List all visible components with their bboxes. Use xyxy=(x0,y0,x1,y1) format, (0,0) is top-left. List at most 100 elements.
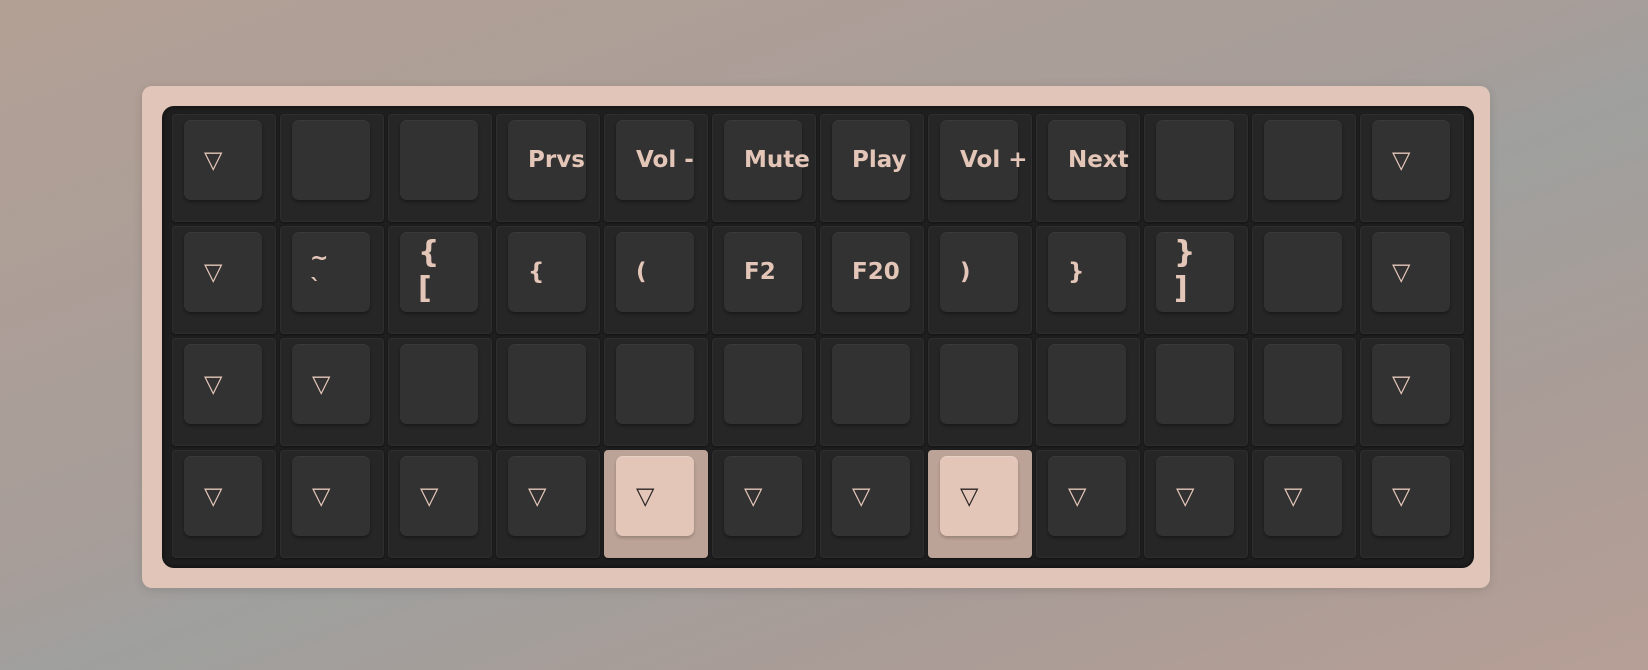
key-r3-c10[interactable] xyxy=(1144,338,1248,446)
transparent-icon: ▽ xyxy=(528,482,547,510)
key-r3-c7[interactable] xyxy=(820,338,924,446)
transparent-icon: ▽ xyxy=(1392,370,1411,398)
key-r1-c5[interactable]: Vol - xyxy=(604,114,708,222)
key-r1-c9[interactable]: Next xyxy=(1036,114,1140,222)
key-r4-c7[interactable]: ▽ xyxy=(820,450,924,558)
keycap xyxy=(400,344,478,424)
key-r4-c8[interactable]: ▽ xyxy=(928,450,1032,558)
key-r4-c9[interactable]: ▽ xyxy=(1036,450,1140,558)
keycap xyxy=(292,120,370,200)
keycap: ▽ xyxy=(184,232,262,312)
key-r2-c4[interactable]: { xyxy=(496,226,600,334)
keycap: ▽ xyxy=(1372,344,1450,424)
key-r3-c12[interactable]: ▽ xyxy=(1360,338,1464,446)
transparent-icon: ▽ xyxy=(636,482,655,510)
keycap: ▽ xyxy=(1372,456,1450,536)
keycap: ~ ` xyxy=(292,232,370,312)
key-r1-c6[interactable]: Mute xyxy=(712,114,816,222)
key-r1-c10[interactable] xyxy=(1144,114,1248,222)
key-r2-c12[interactable]: ▽ xyxy=(1360,226,1464,334)
transparent-icon: ▽ xyxy=(1068,482,1087,510)
keycap: ▽ xyxy=(508,456,586,536)
key-legend: Mute xyxy=(744,147,810,173)
key-r1-c7[interactable]: Play xyxy=(820,114,924,222)
transparent-icon: ▽ xyxy=(1176,482,1195,510)
key-r4-c11[interactable]: ▽ xyxy=(1252,450,1356,558)
keycap: ▽ xyxy=(1372,120,1450,200)
keycap: {[ xyxy=(400,232,478,312)
keycap: { xyxy=(508,232,586,312)
keycap: ▽ xyxy=(184,344,262,424)
key-r1-c3[interactable] xyxy=(388,114,492,222)
transparent-icon: ▽ xyxy=(852,482,871,510)
key-r2-c9[interactable]: } xyxy=(1036,226,1140,334)
key-r4-c6[interactable]: ▽ xyxy=(712,450,816,558)
key-r2-c3[interactable]: {[ xyxy=(388,226,492,334)
key-r3-c6[interactable] xyxy=(712,338,816,446)
key-r2-c2[interactable]: ~ ` xyxy=(280,226,384,334)
transparent-icon: ▽ xyxy=(312,370,331,398)
key-legend-stack: ~ ` xyxy=(310,244,328,304)
transparent-icon: ▽ xyxy=(1392,258,1411,286)
keycap: F2 xyxy=(724,232,802,312)
key-r3-c4[interactable] xyxy=(496,338,600,446)
keycap xyxy=(724,344,802,424)
keycap xyxy=(1264,120,1342,200)
key-r2-c5[interactable]: ( xyxy=(604,226,708,334)
keycap: Vol + xyxy=(940,120,1028,200)
keyboard-case: ▽ Prvs Vol - Mute Play Vol + Next ▽ ▽ ~ `{[{(F2 F20… xyxy=(142,86,1490,588)
key-r2-c8[interactable]: ) xyxy=(928,226,1032,334)
key-r1-c4[interactable]: Prvs xyxy=(496,114,600,222)
key-r2-c11[interactable] xyxy=(1252,226,1356,334)
key-legend-stack: {[ xyxy=(418,235,439,307)
key-r3-c3[interactable] xyxy=(388,338,492,446)
key-r4-c3[interactable]: ▽ xyxy=(388,450,492,558)
key-r3-c1[interactable]: ▽ xyxy=(172,338,276,446)
keycap: Prvs xyxy=(508,120,586,200)
keycap: ▽ xyxy=(292,344,370,424)
key-r4-c4[interactable]: ▽ xyxy=(496,450,600,558)
key-r3-c5[interactable] xyxy=(604,338,708,446)
keyboard-plate: ▽ Prvs Vol - Mute Play Vol + Next ▽ ▽ ~ `{[{(F2 F20… xyxy=(162,106,1474,568)
transparent-icon: ▽ xyxy=(204,482,223,510)
key-r4-c2[interactable]: ▽ xyxy=(280,450,384,558)
key-r3-c9[interactable] xyxy=(1036,338,1140,446)
key-r1-c11[interactable] xyxy=(1252,114,1356,222)
keycap xyxy=(1048,344,1126,424)
key-legend: Play xyxy=(852,147,907,173)
key-r2-c1[interactable]: ▽ xyxy=(172,226,276,334)
keycap: ▽ xyxy=(400,456,478,536)
key-r1-c2[interactable] xyxy=(280,114,384,222)
key-r3-c8[interactable] xyxy=(928,338,1032,446)
key-legend: F2 xyxy=(744,259,776,285)
key-legend: Vol - xyxy=(636,147,694,173)
key-r1-c8[interactable]: Vol + xyxy=(928,114,1032,222)
transparent-icon: ▽ xyxy=(1392,146,1411,174)
key-r4-c5[interactable]: ▽ xyxy=(604,450,708,558)
key-r4-c12[interactable]: ▽ xyxy=(1360,450,1464,558)
key-r4-c1[interactable]: ▽ xyxy=(172,450,276,558)
keycap xyxy=(832,344,910,424)
key-r4-c10[interactable]: ▽ xyxy=(1144,450,1248,558)
key-legend: ( xyxy=(636,259,647,285)
key-r2-c6[interactable]: F2 xyxy=(712,226,816,334)
key-r1-c1[interactable]: ▽ xyxy=(172,114,276,222)
key-r2-c10[interactable]: }] xyxy=(1144,226,1248,334)
transparent-icon: ▽ xyxy=(312,482,331,510)
keycap: ) xyxy=(940,232,1018,312)
key-r2-c7[interactable]: F20 xyxy=(820,226,924,334)
keycap: ▽ xyxy=(1156,456,1234,536)
keycap: Next xyxy=(1048,120,1129,200)
key-r1-c12[interactable]: ▽ xyxy=(1360,114,1464,222)
key-legend: ) xyxy=(960,259,971,285)
keycap: Vol - xyxy=(616,120,694,200)
keycap: ▽ xyxy=(724,456,802,536)
key-legend: } xyxy=(1068,259,1085,285)
keycap: ▽ xyxy=(292,456,370,536)
keycap xyxy=(1156,120,1234,200)
keycap: F20 xyxy=(832,232,910,312)
transparent-icon: ▽ xyxy=(960,482,979,510)
key-r3-c11[interactable] xyxy=(1252,338,1356,446)
keycap: ▽ xyxy=(616,456,694,536)
key-r3-c2[interactable]: ▽ xyxy=(280,338,384,446)
